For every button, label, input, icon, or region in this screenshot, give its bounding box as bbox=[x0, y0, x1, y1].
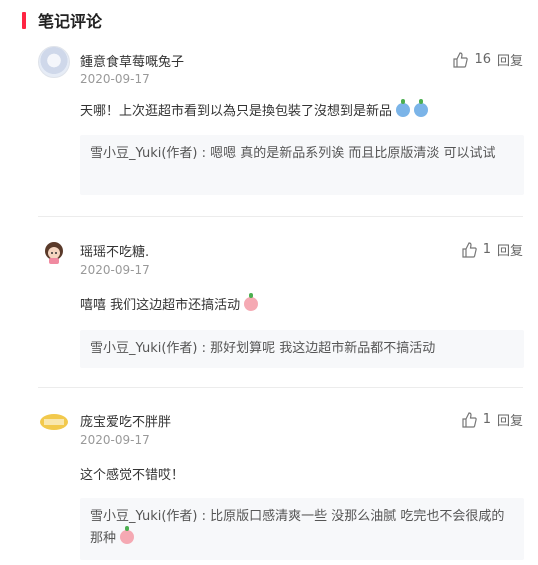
cheese-logo-icon bbox=[40, 414, 68, 430]
like-count: 16 bbox=[474, 52, 491, 67]
reply-button[interactable]: 回复 bbox=[497, 410, 523, 429]
comment-date: 2020-09-17 bbox=[80, 263, 150, 277]
peach-emoji-icon bbox=[244, 293, 259, 311]
divider bbox=[38, 387, 523, 388]
avatar[interactable] bbox=[38, 406, 70, 438]
like-count: 1 bbox=[482, 242, 491, 257]
accent-bar bbox=[22, 11, 26, 29]
like-reply-group: 16 回复 bbox=[452, 50, 523, 69]
peach-emoji-icon bbox=[120, 526, 135, 544]
reply-button[interactable]: 回复 bbox=[497, 50, 523, 69]
comment-text-content: 天哪！上次逛超市看到以為只是換包裝了沒想到是新品 bbox=[80, 104, 393, 119]
section-header: 笔记评论 bbox=[22, 8, 102, 32]
author-reply-text: 雪小豆_Yuki(作者) : 比原版口感清爽一些 没那么油腻 吃完也不会很咸的那… bbox=[90, 509, 505, 546]
reply-button[interactable]: 回复 bbox=[497, 240, 523, 259]
comment-username[interactable]: 鍾意食草莓嘅兔子 bbox=[80, 51, 184, 70]
thumbs-up-icon[interactable] bbox=[461, 241, 477, 258]
like-reply-group: 1 回复 bbox=[461, 240, 523, 259]
thumbs-up-icon[interactable] bbox=[452, 51, 469, 68]
comment-username[interactable]: 瑶瑶不吃糖. bbox=[80, 241, 149, 260]
comment-date: 2020-09-17 bbox=[80, 72, 150, 86]
author-reply-text: 雪小豆_Yuki(作者) : 嗯嗯 真的是新品系列诶 而且比原版清淡 可以试试 bbox=[90, 146, 496, 161]
comment-text: 嘻嘻 我们这边超市还搞活动 bbox=[80, 293, 259, 313]
comment-text: 这个感觉不错哎！ bbox=[80, 464, 184, 483]
comment-text: 天哪！上次逛超市看到以為只是換包裝了沒想到是新品 bbox=[80, 99, 429, 119]
cartoon-avatar-icon bbox=[45, 242, 63, 264]
author-reply: 雪小豆_Yuki(作者) : 嗯嗯 真的是新品系列诶 而且比原版清淡 可以试试 bbox=[80, 135, 524, 195]
divider bbox=[38, 216, 523, 217]
section-title: 笔记评论 bbox=[38, 12, 103, 31]
crying-emoji-icon bbox=[396, 99, 411, 117]
thumbs-up-icon[interactable] bbox=[461, 411, 477, 428]
like-reply-group: 1 回复 bbox=[461, 410, 523, 429]
author-reply: 雪小豆_Yuki(作者) : 比原版口感清爽一些 没那么油腻 吃完也不会很咸的那… bbox=[80, 498, 524, 560]
like-count: 1 bbox=[482, 412, 491, 427]
crying-emoji-icon bbox=[414, 99, 429, 117]
author-reply: 雪小豆_Yuki(作者) : 那好划算呢 我这边超市新品都不搞活动 bbox=[80, 330, 524, 368]
comment-text-content: 嘻嘻 我们这边超市还搞活动 bbox=[80, 298, 241, 313]
avatar[interactable] bbox=[38, 46, 70, 78]
author-reply-text: 雪小豆_Yuki(作者) : 那好划算呢 我这边超市新品都不搞活动 bbox=[90, 341, 436, 356]
comment-text-content: 这个感觉不错哎！ bbox=[80, 468, 185, 483]
comment-username[interactable]: 庞宝爱吃不胖胖 bbox=[80, 411, 171, 430]
avatar[interactable] bbox=[38, 236, 70, 268]
comment-date: 2020-09-17 bbox=[80, 433, 150, 447]
